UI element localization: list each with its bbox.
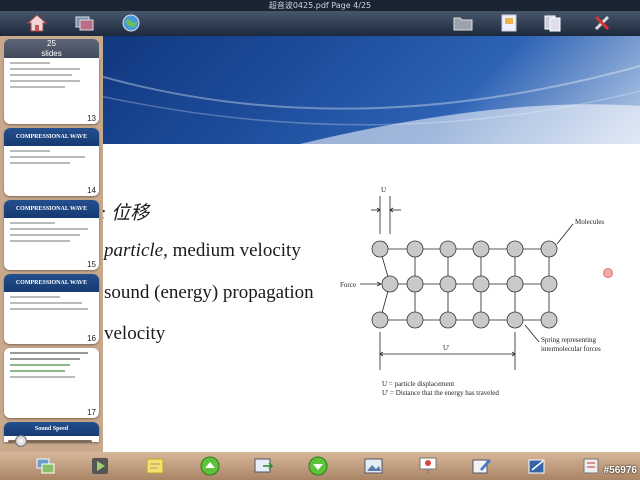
label-molecules: Molecules bbox=[575, 218, 604, 226]
up-arrow-icon[interactable] bbox=[200, 456, 220, 476]
window-title: 超音波0425.pdf Page 4/25 bbox=[0, 0, 640, 11]
slide-line-propagation: sound (energy) propagation bbox=[104, 282, 314, 303]
settings-icon[interactable] bbox=[582, 456, 602, 476]
thumbnail-13[interactable]: 13 bbox=[4, 58, 99, 124]
folder-icon[interactable] bbox=[452, 13, 474, 33]
export-icon[interactable] bbox=[254, 456, 274, 476]
layers-icon[interactable] bbox=[74, 13, 96, 33]
play-icon[interactable] bbox=[90, 456, 110, 476]
thumbnail-number: 15 bbox=[87, 260, 96, 269]
laser-pointer-dot[interactable] bbox=[603, 268, 613, 278]
thumbnail-14[interactable]: COMPRESSIONAL WAVE 14 bbox=[4, 128, 99, 196]
slide-line-velocity-italic: particle, bbox=[104, 240, 168, 261]
slide-line-velocity-rest: medium velocity bbox=[167, 240, 301, 261]
pages-icon[interactable] bbox=[542, 13, 564, 33]
slide-line-velocity: particle, medium velocity bbox=[104, 240, 301, 262]
bookmark-icon[interactable] bbox=[498, 13, 520, 33]
tools-icon[interactable] bbox=[592, 13, 614, 33]
thumbnail-17[interactable]: 17 bbox=[4, 348, 99, 418]
thumbnail-title: COMPRESSIONAL WAVE bbox=[4, 200, 99, 218]
image-icon[interactable] bbox=[364, 456, 384, 476]
slide-line-velocity-2: velocity bbox=[104, 323, 166, 344]
thumbnail-number: 17 bbox=[87, 408, 96, 417]
thumbnail-sidebar: 25 slides 13 COMPRESSIONAL WAVE 14 COMPR… bbox=[0, 36, 103, 452]
edit-icon[interactable] bbox=[472, 456, 492, 476]
draw-icon[interactable] bbox=[528, 456, 548, 476]
thumbnail-number: 13 bbox=[87, 114, 96, 123]
caption-u-prime: U' = Distance that the energy has travel… bbox=[382, 389, 499, 397]
caption-u: U = particle displacement bbox=[382, 380, 454, 388]
thumbnail-number: 14 bbox=[87, 186, 96, 195]
slide-line-displacement: : 位移 bbox=[100, 203, 150, 224]
watermark: #56976 bbox=[603, 465, 637, 476]
label-spring-1: Spring representing bbox=[541, 336, 597, 344]
thumbnail-title: COMPRESSIONAL WAVE bbox=[4, 274, 99, 292]
pdf-reader-app: { "window": {"title": "超音波0425.pdf Page … bbox=[0, 0, 640, 480]
zoom-slider-thumb[interactable] bbox=[15, 435, 27, 447]
label-spring-2: intermolecular forces bbox=[541, 345, 601, 353]
thumbnail-number: 16 bbox=[87, 334, 96, 343]
label-u-top: U bbox=[381, 186, 386, 194]
molecule-spring-diagram: U Molecules Force U' Spring representing… bbox=[335, 182, 615, 404]
thumbnail-15[interactable]: COMPRESSIONAL WAVE 15 bbox=[4, 200, 99, 270]
thumbnail-title: Sound Speed bbox=[4, 422, 99, 436]
home-icon[interactable] bbox=[26, 13, 48, 33]
thumbnail-16[interactable]: COMPRESSIONAL WAVE 16 bbox=[4, 274, 99, 344]
label-u-prime: U' bbox=[443, 344, 449, 352]
slide-count: 25 bbox=[47, 39, 56, 48]
globe-icon[interactable] bbox=[120, 13, 142, 33]
presentation-icon[interactable] bbox=[418, 456, 438, 476]
label-force: Force bbox=[340, 281, 356, 289]
down-arrow-icon[interactable] bbox=[308, 456, 328, 476]
thumbnail-title: COMPRESSIONAL WAVE bbox=[4, 128, 99, 146]
slides-icon[interactable] bbox=[36, 456, 56, 476]
note-icon[interactable] bbox=[145, 456, 165, 476]
